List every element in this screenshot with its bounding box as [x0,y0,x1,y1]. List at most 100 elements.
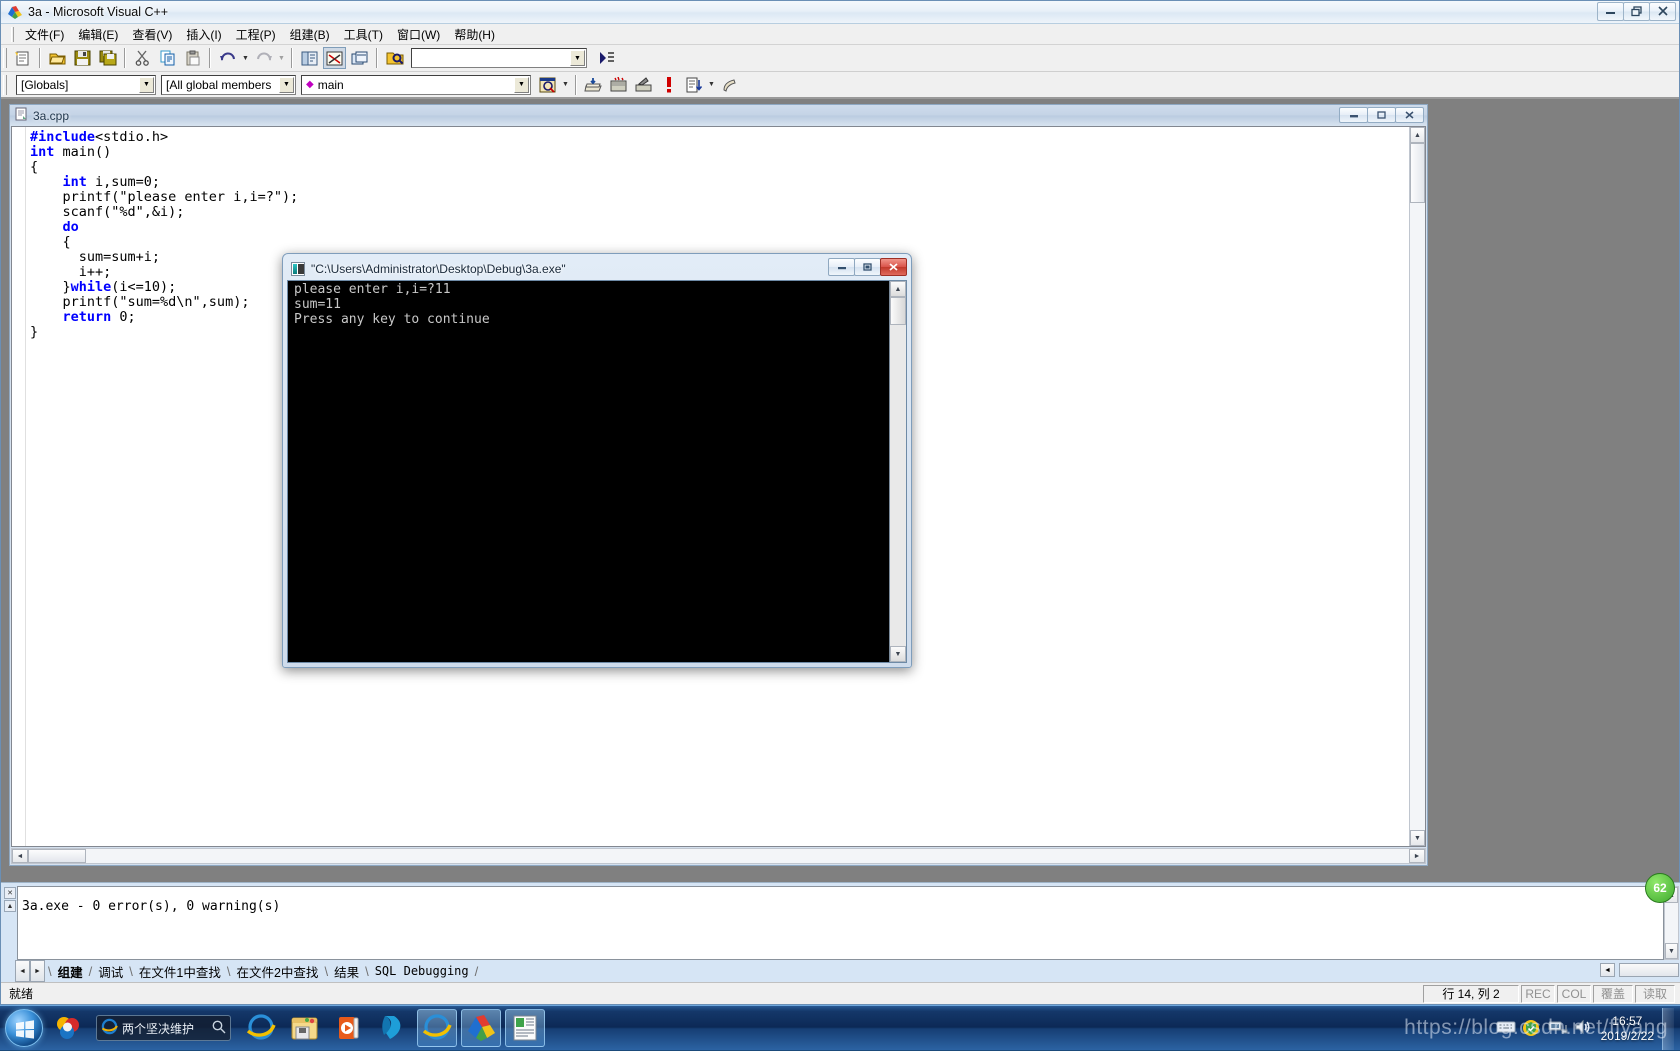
chevron-down-icon[interactable]: ▼ [139,77,154,93]
menu-project[interactable]: 工程(P) [229,24,283,45]
toolbar-grip[interactable] [3,48,7,68]
tab-scroll-left-icon[interactable]: ◄ [15,960,30,982]
wizard-icon[interactable] [536,74,559,96]
redo-icon[interactable] [252,47,275,69]
scroll-up-arrow-icon[interactable]: ▲ [1410,127,1425,143]
close-button[interactable] [1649,2,1676,21]
chevron-down-icon[interactable]: ▼ [570,50,585,66]
menu-insert[interactable]: 插入(I) [179,24,228,45]
taskbar-icon-internet-explorer[interactable] [241,1009,281,1047]
scroll-thumb[interactable] [890,297,906,325]
scope-combo[interactable]: [Globals] ▼ [16,75,156,95]
clock[interactable]: 16:57 2019/2/22 [1601,1014,1654,1044]
chevron-down-icon[interactable]: ▼ [279,77,294,93]
stop-build-icon[interactable] [632,74,655,96]
scroll-left-arrow-icon[interactable]: ◄ [12,849,28,863]
menu-build[interactable]: 组建(B) [283,24,337,45]
paste-icon[interactable] [181,47,204,69]
go-dropdown-arrow[interactable]: ▼ [706,74,717,96]
output-tab-find-in-files-1[interactable]: 在文件1中查找 [133,962,227,981]
scroll-down-arrow-icon[interactable]: ▼ [1410,830,1425,846]
save-icon[interactable] [71,47,94,69]
keyboard-icon[interactable] [1496,1019,1516,1039]
minimize-button[interactable] [1597,2,1624,21]
console-vertical-scrollbar[interactable]: ▲ ▼ [889,281,906,662]
compile-icon[interactable] [582,74,605,96]
copy-icon[interactable] [156,47,179,69]
member-combo[interactable]: [All global members ▼ [161,75,296,95]
window-list-icon[interactable] [348,47,371,69]
taskbar-icon-security[interactable] [48,1009,88,1047]
chevron-down-icon[interactable]: ▼ [514,77,529,93]
menu-view[interactable]: 查看(V) [125,24,179,45]
shield-icon[interactable] [1522,1019,1542,1039]
editor-horizontal-scrollbar[interactable]: ◄ ► [11,848,1426,864]
output-tab-find-in-files-2[interactable]: 在文件2中查找 [230,962,324,981]
doc-restore-button[interactable] [1367,107,1396,123]
go-debug-icon[interactable] [682,74,705,96]
scroll-down-arrow-icon[interactable]: ▼ [890,646,906,662]
scroll-track[interactable] [1665,903,1678,943]
selection-margin[interactable] [12,127,26,846]
scroll-up-arrow-icon[interactable]: ▲ [890,281,906,297]
taskbar-search-box[interactable]: 两个坚决维护 [96,1015,231,1041]
start-button[interactable] [2,1008,46,1048]
tab-hscroll-left-icon[interactable]: ◄ [1600,963,1615,977]
output-tab-sql-debugging[interactable]: SQL Debugging [369,964,475,978]
taskbar-icon-document-window[interactable] [505,1009,545,1047]
undo-icon[interactable] [216,47,239,69]
insert-breakpoint-icon[interactable] [718,74,741,96]
wizard-dropdown-arrow[interactable]: ▼ [560,74,571,96]
taskbar-icon-media-player[interactable] [329,1009,369,1047]
find-combo[interactable]: ▼ [411,48,587,68]
taskbar-icon-file-explorer[interactable] [285,1009,325,1047]
menu-tools[interactable]: 工具(T) [337,24,390,45]
taskbar-icon-ie-window[interactable] [417,1009,457,1047]
menu-window[interactable]: 窗口(W) [390,24,447,45]
show-desktop-button[interactable] [1662,1008,1674,1050]
scroll-up-arrow-icon[interactable]: ▲ [4,900,16,912]
taskbar-icon-visual-cpp[interactable] [461,1009,501,1047]
scroll-track[interactable] [1410,143,1425,830]
network-icon[interactable] [1548,1019,1568,1039]
scroll-right-arrow-icon[interactable]: ► [1409,849,1425,863]
console-maximize-button[interactable] [854,258,881,276]
scroll-down-arrow-icon[interactable]: ▼ [1665,943,1678,959]
menu-edit[interactable]: 编辑(E) [71,24,125,45]
build-icon[interactable] [607,74,630,96]
find-next-icon[interactable] [595,47,618,69]
doc-close-button[interactable] [1395,107,1424,123]
close-icon[interactable]: ✕ [4,887,16,899]
open-file-icon[interactable] [46,47,69,69]
doc-minimize-button[interactable] [1339,107,1368,123]
undo-dropdown-arrow[interactable]: ▼ [240,47,251,69]
execute-icon[interactable] [657,74,680,96]
output-tab-debug[interactable]: 调试 [92,962,129,981]
console-close-button[interactable] [880,258,907,276]
output-text-area[interactable]: 3a.exe - 0 error(s), 0 warning(s) [17,886,1664,960]
console-minimize-button[interactable] [828,258,855,276]
output-window-icon[interactable] [323,47,346,69]
restore-button[interactable] [1623,2,1650,21]
scroll-thumb[interactable] [1410,143,1425,203]
menubar-grip[interactable] [11,27,14,42]
find-in-files-icon[interactable] [383,47,406,69]
cut-icon[interactable] [131,47,154,69]
save-all-icon[interactable] [96,47,119,69]
workspace-icon[interactable] [298,47,321,69]
menu-help[interactable]: 帮助(H) [447,24,502,45]
menu-file[interactable]: 文件(F) [18,24,71,45]
volume-icon[interactable] [1574,1019,1594,1039]
new-file-icon[interactable] [11,47,34,69]
editor-vertical-scrollbar[interactable]: ▲ ▼ [1409,127,1425,846]
taskbar-icon-kugou[interactable] [373,1009,413,1047]
search-icon[interactable] [212,1020,226,1037]
tab-hscroll-thumb[interactable] [1619,963,1679,977]
toolbar-grip[interactable] [3,75,7,95]
output-tab-build[interactable]: 组建 [52,962,89,981]
function-combo[interactable]: ◆ main ▼ [301,75,531,95]
redo-dropdown-arrow[interactable]: ▼ [276,47,287,69]
hscroll-thumb[interactable] [28,849,86,863]
tab-scroll-right-icon[interactable]: ► [30,960,45,982]
output-tab-results[interactable]: 结果 [328,962,365,981]
